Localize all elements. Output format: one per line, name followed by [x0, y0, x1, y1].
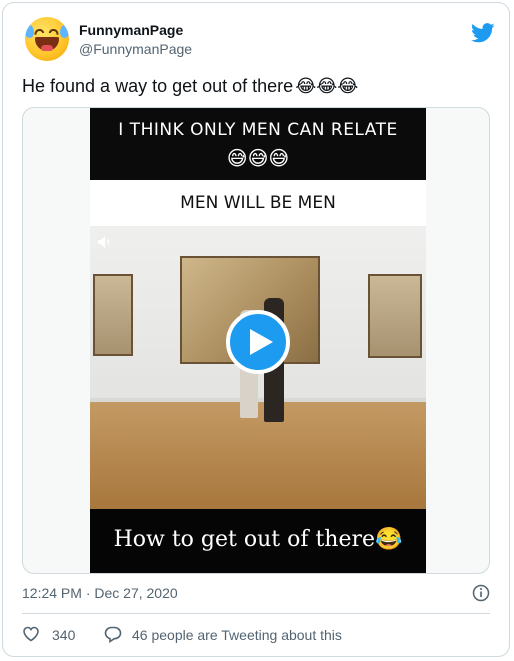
info-icon[interactable] [472, 584, 490, 602]
tear-right [60, 25, 69, 38]
reply-bubble-icon[interactable] [104, 625, 122, 643]
baseboard [90, 398, 426, 402]
play-button[interactable] [226, 310, 290, 374]
video-title: MEN WILL BE MEN [90, 180, 426, 226]
display-name[interactable]: FunnymanPage [79, 22, 183, 38]
painting-right [368, 274, 422, 358]
banner-emojis: 😅😅😅 [226, 148, 290, 170]
avatar[interactable] [25, 17, 69, 61]
caption-emoji: 😂 [375, 527, 403, 552]
caption-text: How to get out of there [113, 527, 376, 552]
eye-right [48, 28, 60, 35]
banner-text: I THINK ONLY MEN CAN RELATE [118, 120, 398, 140]
handle[interactable]: @FunnymanPage [79, 41, 192, 57]
tear-left [25, 25, 34, 38]
video-media[interactable]: I THINK ONLY MEN CAN RELATE 😅😅😅 MEN WILL… [22, 107, 490, 574]
tweet-emojis: 😂😂😂 [295, 76, 359, 96]
banner-top: I THINK ONLY MEN CAN RELATE 😅😅😅 [90, 108, 426, 180]
twitter-bird-icon[interactable] [471, 23, 495, 43]
play-icon [250, 329, 273, 355]
tweeting-about-text[interactable]: 46 people are Tweeting about this [132, 627, 342, 643]
divider [22, 613, 490, 614]
speaker-icon[interactable] [98, 236, 114, 248]
timestamp[interactable]: 12:24 PM · Dec 27, 2020 [22, 585, 178, 601]
tweet-text-body: He found a way to get out of there [22, 76, 294, 96]
like-count[interactable]: 340 [52, 627, 75, 643]
eye-left [33, 28, 45, 35]
tweet-text: He found a way to get out of there 😂😂😂 [22, 76, 358, 97]
heart-icon[interactable] [22, 625, 40, 643]
tongue [41, 45, 53, 51]
painting-left [93, 274, 133, 356]
caption-bar: How to get out of there😂 [90, 509, 426, 573]
